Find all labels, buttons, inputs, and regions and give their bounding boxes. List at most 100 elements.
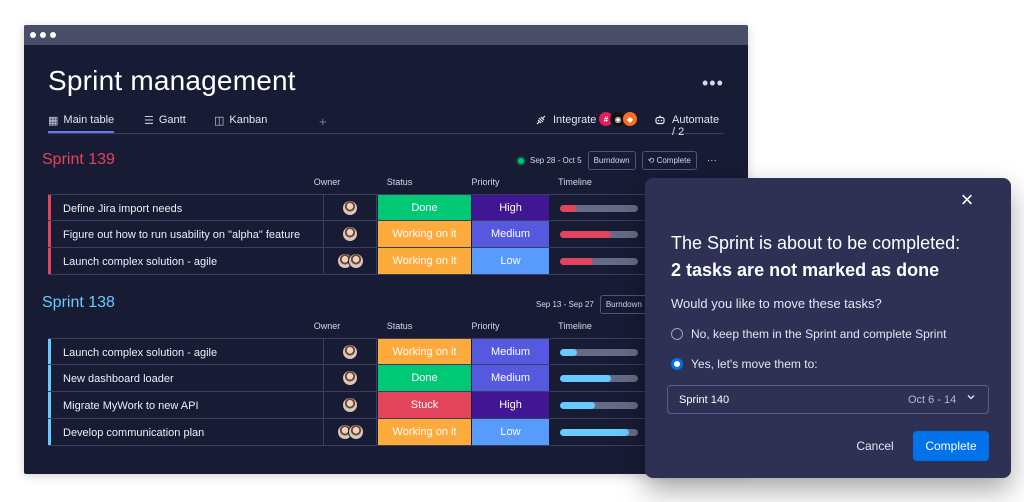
task-name[interactable]: Migrate MyWork to new API — [63, 400, 323, 412]
view-tabs: ▦ Main table ☰ Gantt ◫ Kanban + Integrat… — [48, 111, 724, 138]
status-badge[interactable]: Done — [378, 365, 471, 391]
sprint-138-rows: Launch complex solution - agile Working … — [48, 338, 724, 446]
owner-cell[interactable] — [323, 248, 377, 274]
complete-sprint-dialog: × The Sprint is about to be completed: 2… — [645, 178, 1011, 478]
radio-checked-icon[interactable] — [671, 358, 683, 370]
radio-unchecked-icon[interactable] — [671, 328, 683, 340]
close-icon[interactable]: × — [957, 189, 977, 211]
table-row[interactable]: Launch complex solution - agile Working … — [48, 338, 724, 365]
more-horizontal-icon[interactable]: ••• — [702, 73, 724, 94]
table-row[interactable]: Figure out how to run usability on "alph… — [48, 221, 724, 248]
timeline-bar[interactable] — [560, 231, 638, 238]
status-badge[interactable]: Working on it — [378, 419, 471, 445]
timeline-fill — [560, 231, 611, 238]
timeline-bar[interactable] — [560, 429, 638, 436]
table-row[interactable]: Develop communication plan Working on it… — [48, 419, 724, 446]
radio-keep-label: No, keep them in the Sprint and complete… — [691, 327, 947, 341]
column-priority: Priority — [471, 177, 500, 187]
priority-badge[interactable]: Medium — [472, 365, 549, 391]
radio-move-tasks[interactable]: Yes, let's move them to: — [671, 357, 818, 371]
priority-badge[interactable]: Low — [472, 419, 549, 445]
group-color-bar — [48, 248, 51, 274]
active-status-icon — [518, 157, 524, 164]
more-horizontal-icon[interactable]: ··· — [707, 155, 717, 166]
chevron-down-icon[interactable] — [966, 392, 976, 405]
automate-label: Automate / 2 — [672, 114, 720, 138]
burndown-button[interactable]: Burndown — [587, 151, 636, 170]
column-headers: Owner Status Priority Timeline — [24, 177, 748, 191]
avatar — [342, 370, 358, 386]
owner-cell[interactable] — [323, 221, 377, 247]
owner-cell[interactable] — [323, 339, 377, 364]
status-badge[interactable]: Working on it — [378, 339, 471, 364]
gitlab-logo-icon: ◆ — [622, 111, 638, 127]
task-name[interactable]: Launch complex solution - agile — [63, 256, 323, 268]
table-row[interactable]: Migrate MyWork to new API Stuck High — [48, 392, 724, 419]
timeline-fill — [560, 349, 578, 356]
integrate-button[interactable]: Integrate — [535, 114, 596, 129]
window-dot-icon — [40, 32, 46, 38]
owner-cell[interactable] — [323, 392, 377, 418]
task-name[interactable]: Develop communication plan — [63, 427, 323, 439]
radio-keep-tasks[interactable]: No, keep them in the Sprint and complete… — [671, 327, 946, 341]
status-badge[interactable]: Working on it — [378, 221, 471, 247]
window-dot-icon — [50, 32, 56, 38]
group-color-bar — [48, 221, 51, 247]
timeline-fill — [560, 258, 593, 265]
task-name[interactable]: New dashboard loader — [63, 373, 323, 385]
timeline-fill — [560, 375, 611, 382]
column-status: Status — [386, 321, 413, 331]
table-row[interactable]: New dashboard loader Done Medium — [48, 365, 724, 392]
group-color-bar — [48, 195, 51, 220]
group-color-bar — [48, 339, 51, 364]
priority-badge[interactable]: High — [472, 195, 549, 220]
status-badge[interactable]: Stuck — [378, 392, 471, 418]
group-color-bar — [48, 392, 51, 418]
tab-label: Kanban — [229, 114, 268, 126]
timeline-bar[interactable] — [560, 402, 638, 409]
table-row[interactable]: Launch complex solution - agile Working … — [48, 248, 724, 275]
timeline-bar[interactable] — [560, 258, 638, 265]
timeline-bar[interactable] — [560, 349, 638, 356]
tab-label: Main table — [63, 114, 115, 126]
status-badge[interactable]: Done — [378, 195, 471, 220]
window-dot-icon — [30, 32, 36, 38]
group-title-sprint-138[interactable]: Sprint 138 — [42, 294, 115, 312]
owner-cell[interactable] — [323, 195, 377, 220]
task-name[interactable]: Define Jira import needs — [63, 203, 323, 215]
group-color-bar — [48, 365, 51, 391]
priority-badge[interactable]: High — [472, 392, 549, 418]
integrate-icon — [535, 114, 547, 129]
task-name[interactable]: Figure out how to run usability on "alph… — [63, 229, 323, 241]
priority-badge[interactable]: Medium — [472, 221, 549, 247]
timeline-bar[interactable] — [560, 375, 638, 382]
priority-badge[interactable]: Medium — [472, 339, 549, 364]
complete-sprint-button[interactable]: ⟲ Complete — [641, 151, 697, 170]
task-name[interactable]: Launch complex solution - agile — [63, 347, 323, 359]
sprint-dates: Sep 13 - Sep 27 — [536, 300, 594, 309]
cancel-button[interactable]: Cancel — [851, 431, 899, 461]
complete-button[interactable]: Complete — [913, 431, 989, 461]
tab-kanban[interactable]: ◫ Kanban — [214, 114, 267, 133]
owner-cell[interactable] — [323, 419, 377, 445]
sprint-management-window: Sprint management ••• ▦ Main table ☰ Gan… — [24, 25, 748, 474]
sprint-139-actions: Sep 28 - Oct 5 Burndown ⟲ Complete ··· — [518, 151, 717, 170]
timeline-bar[interactable] — [560, 205, 638, 212]
status-badge[interactable]: Working on it — [378, 248, 471, 274]
priority-badge[interactable]: Low — [472, 248, 549, 274]
owner-cell[interactable] — [323, 365, 377, 391]
tab-main-table[interactable]: ▦ Main table — [48, 114, 115, 133]
kanban-icon: ◫ — [214, 115, 225, 127]
tab-gantt[interactable]: ☰ Gantt — [144, 114, 186, 133]
target-sprint-select[interactable]: Sprint 140 Oct 6 - 14 — [667, 385, 989, 414]
burndown-button[interactable]: Burndown — [599, 295, 648, 314]
avatar — [347, 253, 364, 269]
group-title-sprint-139[interactable]: Sprint 139 — [42, 151, 115, 169]
timeline-fill — [560, 429, 629, 436]
refresh-icon: ⟲ — [647, 156, 655, 165]
gantt-icon: ☰ — [144, 115, 154, 127]
select-value: Sprint 140 — [679, 394, 730, 406]
add-view-button[interactable]: + — [319, 114, 327, 129]
table-row[interactable]: Define Jira import needs Done High — [48, 194, 724, 221]
automate-button[interactable]: Automate / 2 — [654, 114, 724, 138]
